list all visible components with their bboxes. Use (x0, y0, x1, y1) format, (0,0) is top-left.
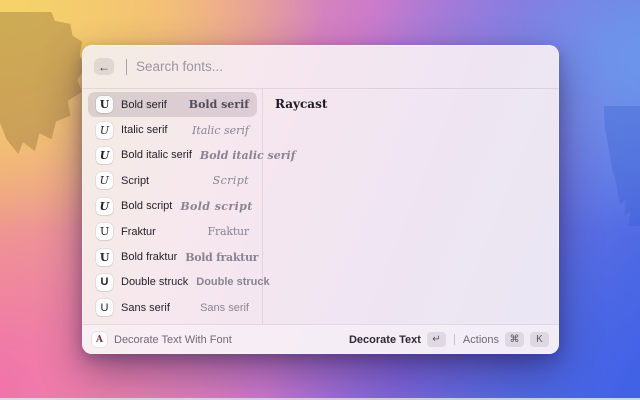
font-preview-text: Script (213, 174, 249, 187)
font-letter-icon: U (96, 198, 113, 215)
main-content: U Bold serif Bold serif U Italic serif I… (82, 89, 559, 324)
extension-name: Decorate Text With Font (114, 334, 232, 346)
font-name-label: Double struck (121, 276, 188, 288)
font-preview-text: Fraktur (208, 225, 249, 238)
font-list-item[interactable]: U Bold fraktur Bold fraktur (88, 244, 257, 269)
detail-preview-text: Raycast (275, 97, 547, 111)
detail-panel: Raycast (263, 89, 559, 324)
font-letter-icon: U (96, 223, 113, 240)
font-preview-text: Bold fraktur (185, 251, 258, 264)
font-preview-text: Bold serif (189, 98, 249, 111)
font-name-label: Fraktur (121, 226, 156, 238)
extension-icon: A (92, 332, 107, 347)
primary-action-button[interactable]: Decorate Text (349, 334, 421, 346)
actions-menu-button[interactable]: Actions (463, 334, 499, 346)
font-name-label: Bold serif (121, 99, 167, 111)
font-list-item[interactable]: U Sans serif Sans serif (88, 295, 257, 320)
desktop: { "wallpaper": { "palette": ["#f2d36d", … (0, 0, 640, 400)
font-name-label: Bold italic serif (121, 149, 192, 161)
footer-bar: A Decorate Text With Font Decorate Text … (82, 324, 559, 354)
return-key-icon: ↵ (427, 332, 446, 347)
font-name-label: Bold script (121, 200, 172, 212)
wallpaper-blob-right (596, 106, 640, 226)
footer-divider (454, 334, 455, 345)
font-letter-icon: U (96, 299, 113, 316)
font-list-item[interactable]: U Bold italic serif Bold italic serif (88, 143, 257, 168)
font-letter-icon: U (96, 96, 113, 113)
font-list-item[interactable]: U Bold script Bold script (88, 194, 257, 219)
font-preview-text: Bold script (180, 200, 252, 213)
font-name-label: Bold fraktur (121, 251, 177, 263)
font-list-item[interactable]: U Double struck Double struck (88, 270, 257, 295)
command-key-icon: ⌘ (505, 332, 524, 347)
raycast-window: ← U Bold serif Bold serif U Italic serif… (82, 45, 559, 354)
font-preview-text: Double struck (196, 276, 269, 288)
font-preview-text: Sans serif (200, 302, 249, 314)
font-letter-icon: U (96, 249, 113, 266)
font-list: U Bold serif Bold serif U Italic serif I… (82, 89, 263, 324)
font-letter-icon: U (96, 122, 113, 139)
font-list-item[interactable]: U Fraktur Fraktur (88, 219, 257, 244)
font-list-item[interactable]: U Script Script (88, 168, 257, 193)
font-name-label: Sans serif (121, 302, 170, 314)
font-letter-icon: U (96, 274, 113, 291)
search-header: ← (82, 45, 559, 89)
font-name-label: Script (121, 175, 149, 187)
font-letter-icon: U (96, 172, 113, 189)
extension-icon-glyph: A (96, 335, 103, 345)
footer-actions: Decorate Text ↵ Actions ⌘ K (349, 332, 549, 347)
font-list-item[interactable]: U Italic serif Italic serif (88, 117, 257, 142)
back-arrow-icon: ← (98, 60, 110, 74)
search-input[interactable] (136, 59, 547, 74)
font-list-item[interactable]: U Bold serif Bold serif (88, 92, 257, 117)
font-preview-text: Italic serif (192, 124, 249, 137)
text-caret (126, 59, 127, 75)
k-key-icon: K (530, 332, 549, 347)
back-button[interactable]: ← (94, 58, 114, 75)
font-name-label: Italic serif (121, 124, 167, 136)
font-letter-icon: U (96, 147, 113, 164)
